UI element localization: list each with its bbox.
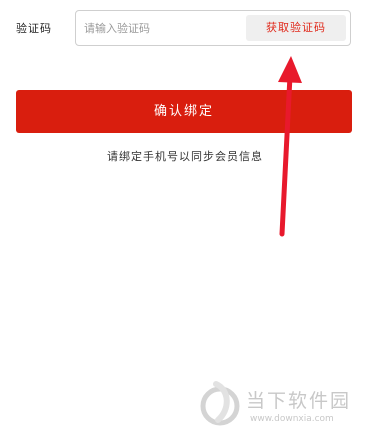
confirm-bind-button[interactable]: 确认绑定 [16, 90, 352, 133]
bind-hint-text: 请绑定手机号以同步会员信息 [107, 150, 263, 163]
downxia-logo-icon [200, 381, 240, 426]
red-arrow-icon [278, 56, 302, 237]
bind-phone-page: 验证码 获取验证码 确认绑定 请绑定手机号以同步会员信息 当下软件园 www.d… [0, 0, 370, 440]
verification-code-input[interactable] [84, 17, 234, 39]
watermark: 当下软件园 www.downxia.com [200, 380, 370, 440]
verification-code-field: 获取验证码 [75, 10, 351, 46]
watermark-url: www.downxia.com [250, 414, 334, 424]
watermark-name: 当下软件园 [246, 390, 352, 412]
get-verification-code-button[interactable]: 获取验证码 [246, 15, 346, 41]
verification-code-label: 验证码 [16, 22, 52, 35]
